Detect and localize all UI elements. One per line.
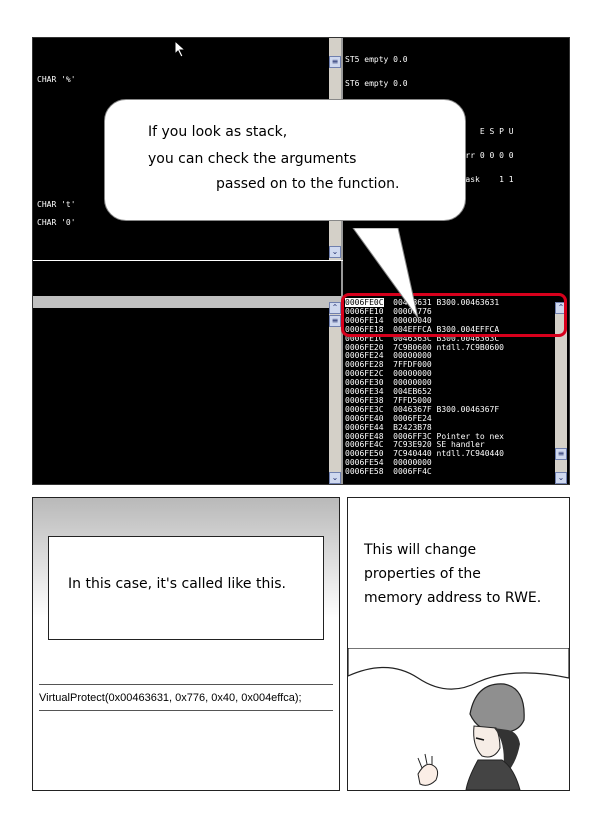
panel3-line-3: memory address to RWE. [364, 590, 542, 606]
stack-value: 004EB652 [393, 387, 432, 396]
char-label-1: CHAR '%' [37, 75, 76, 84]
bubble-line-2: you can check the arguments [148, 151, 357, 167]
chevron-down-icon[interactable]: ⌄ [329, 472, 341, 484]
stack-address: 0006FE2C [345, 369, 384, 379]
panel3-line-2: properties of the [364, 566, 481, 582]
stack-value: 0006FF4C [393, 467, 432, 477]
code-rule-top [39, 684, 333, 685]
stack-comment: B300.0046367F [436, 404, 500, 414]
stack-address: 0006FE3C [345, 404, 384, 414]
stack-row[interactable]: 0006FE44 B2423B78 [345, 422, 437, 432]
stack-value: B2423B78 [393, 422, 432, 432]
stack-row[interactable]: 0006FE4C 7C93E920 SE handler [345, 441, 485, 449]
stack-address: 0006FE50 [345, 449, 384, 459]
stack-address: 0006FE28 [345, 360, 384, 370]
stack-address: 0006FE58 [345, 467, 384, 477]
fpu-line: ST6 empty 0.0 [345, 79, 408, 88]
stack-value: 00000000 [393, 351, 432, 361]
stack-comment: SE handler [436, 440, 485, 450]
comic-panel-2: In this case, it's called like this. Vir… [32, 497, 340, 791]
comic-panel-3: This will change properties of the memor… [347, 497, 570, 791]
stack-row[interactable]: 0006FE50 7C940440 ntdll.7C940440 [345, 450, 504, 458]
speech-bubble-tail-cover [330, 212, 410, 220]
stack-value: 0006FF3C [393, 431, 432, 441]
scroll-mark-icon[interactable]: ≡ [329, 56, 341, 68]
stack-row[interactable]: 0006FE40 0006FE24 [345, 413, 437, 423]
stack-address: 0006FE30 [345, 378, 384, 388]
stack-address: 0006FE40 [345, 413, 384, 423]
stack-row[interactable]: 0006FE34 004EB652 [345, 388, 437, 396]
speech-bubble-tail [352, 228, 419, 318]
stack-address: 0006FE4C [345, 440, 384, 450]
stack-value: 00000000 [393, 369, 432, 379]
stack-row[interactable]: 0006FE48 0006FF3C Pointer to nex [345, 431, 504, 441]
pane-splitter[interactable] [33, 296, 343, 308]
stack-value: 7C940440 [393, 449, 432, 459]
panel3-line-1: This will change [364, 542, 477, 558]
stack-row[interactable]: 0006FE2C 00000000 [345, 370, 437, 378]
bubble-line-1: If you look as stack, [148, 124, 288, 140]
stack-row[interactable]: 0006FE24 00000000 [345, 352, 437, 360]
pane-divider [33, 260, 343, 261]
stack-row[interactable]: 0006FE3C 0046367F B300.0046367F [345, 404, 500, 414]
code-line: VirtualProtect(0x00463631, 0x776, 0x40, … [39, 692, 302, 704]
stack-comment: ntdll.7C9B0600 [436, 342, 504, 352]
char-label-2: CHAR 't' [37, 200, 76, 209]
stack-row[interactable]: 0006FE20 7C9B0600 ntdll.7C9B0600 [345, 342, 504, 352]
code-rule-bottom [39, 710, 333, 711]
stack-row[interactable]: 0006FE30 00000000 [345, 379, 437, 387]
mouse-cursor-icon [174, 39, 188, 62]
stack-value: 00000000 [393, 378, 432, 388]
stack-row[interactable]: 0006FE38 7FFD5000 [345, 395, 437, 405]
stack-value: 7FFD5000 [393, 395, 432, 405]
stack-value: 7FFDF000 [393, 360, 432, 370]
stack-address: 0006FE48 [345, 431, 384, 441]
stack-row[interactable]: 0006FE54 00000000 [345, 459, 437, 467]
stack-value: 0006FE24 [393, 413, 432, 423]
stack-address: 0006FE38 [345, 395, 384, 405]
stack-comment: ntdll.7C940440 [436, 449, 504, 459]
stack-comment: Pointer to nex [436, 431, 504, 441]
stack-value: 0046367F [393, 404, 432, 414]
stack-address: 0006FE44 [345, 422, 384, 432]
stack-value: 7C93E920 [393, 440, 432, 450]
caption-text: In this case, it's called like this. [68, 576, 286, 592]
stack-value: 00000000 [393, 458, 432, 468]
stack-address: 0006FE20 [345, 342, 384, 352]
bubble-line-3: passed on to the function. [216, 176, 400, 192]
char-label-3: CHAR '0' [37, 218, 76, 227]
scroll-mark-icon[interactable]: ≡ [555, 448, 567, 460]
stack-row[interactable]: 0006FE58 0006FF4C [345, 468, 437, 476]
stack-address: 0006FE34 [345, 387, 384, 396]
chevron-down-icon[interactable]: ⌄ [555, 472, 567, 484]
dump-scrollbar[interactable]: ⌃ ≡ ⌄ [329, 302, 341, 484]
stack-address: 0006FE54 [345, 458, 384, 468]
stack-address: 0006FE24 [345, 351, 384, 361]
stack-row[interactable]: 0006FE28 7FFDF000 [345, 361, 437, 369]
stack-value: 7C9B0600 [393, 342, 432, 352]
fpu-line: ST5 empty 0.0 [345, 55, 408, 64]
character-illustration [348, 648, 569, 790]
